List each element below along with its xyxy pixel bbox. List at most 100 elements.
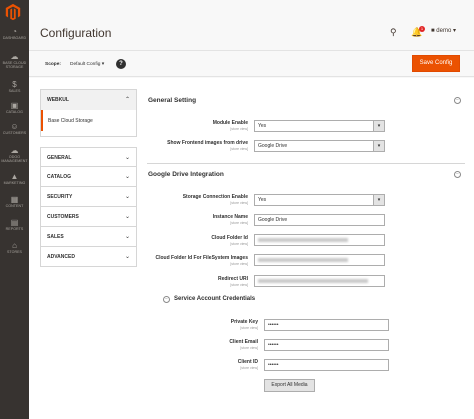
tab-group-label: CATALOG	[47, 174, 71, 180]
tab-item-label: Base Cloud Storage	[48, 118, 93, 124]
collapse-icon[interactable]: −	[163, 296, 170, 303]
field-label: Client ID	[237, 359, 258, 365]
field-scope: [store view]	[230, 262, 248, 266]
instance-name-input[interactable]: Google Drive	[254, 214, 385, 226]
page-title: Configuration	[40, 26, 112, 40]
megaphone-icon: ▲	[10, 172, 19, 181]
chevron-down-icon: ⌄	[124, 234, 130, 240]
search-icon[interactable]: ⚲	[390, 27, 397, 38]
field-label: Private Key	[230, 319, 258, 325]
nav-label: Customers	[2, 131, 27, 135]
show-frontend-select[interactable]: Google Drive ▾	[254, 140, 385, 152]
layout-icon: ▦	[10, 195, 19, 204]
user-icon: ■	[431, 28, 435, 34]
tab-group-label: ADVANCED	[47, 254, 75, 260]
person-icon: ☺	[10, 122, 19, 131]
tab-item-base-cloud-storage[interactable]: Base Cloud Storage	[40, 110, 137, 131]
field-scope: [store view]	[230, 283, 248, 287]
tab-group-advanced[interactable]: ADVANCED ⌄	[40, 247, 137, 267]
field-label: Client Email	[229, 339, 258, 345]
client-email-input[interactable]: ••••••	[264, 339, 389, 351]
tab-group-webkul[interactable]: WEBKUL ⌃	[40, 89, 137, 110]
save-config-button[interactable]: Save Config	[412, 55, 460, 72]
tab-group-general[interactable]: GENERAL ⌄	[40, 147, 137, 167]
redacted-value	[258, 279, 368, 283]
field-scope: [store view]	[230, 127, 248, 131]
nav-label: Stores	[6, 250, 22, 254]
tab-group-label: GENERAL	[47, 155, 72, 161]
select-value: Yes	[258, 197, 267, 203]
help-icon[interactable]: ?	[116, 59, 126, 69]
section-divider	[147, 163, 465, 164]
chevron-down-icon: ▾	[101, 62, 105, 67]
select-value: Google Drive	[258, 143, 288, 149]
scope-switcher[interactable]: Default Config ▾	[70, 62, 104, 67]
nav-label: Dashboard	[2, 36, 27, 40]
nav-label: Reports	[5, 227, 24, 231]
tab-group-security[interactable]: SECURITY ⌄	[40, 187, 137, 207]
field-scope: [store view]	[240, 366, 258, 370]
active-indicator	[41, 110, 43, 131]
tab-group-customers[interactable]: CUSTOMERS ⌄	[40, 207, 137, 227]
section-title-general-setting[interactable]: General Setting	[148, 97, 196, 104]
nav-item-odoo-management[interactable]: ☁ Odoo Management	[0, 146, 29, 172]
bar-chart-icon: ▤	[10, 218, 19, 227]
select-value: Yes	[258, 123, 267, 129]
tab-group-label: SALES	[47, 234, 64, 240]
collapse-icon[interactable]: −	[454, 97, 461, 104]
tab-group-catalog[interactable]: CATALOG ⌄	[40, 167, 137, 187]
chevron-down-icon: ▾	[373, 141, 384, 151]
cube-icon: ▣	[10, 101, 19, 110]
field-label: Redirect URI	[217, 276, 248, 282]
nav-item-customers[interactable]: ☺ Customers	[0, 122, 29, 148]
scope-label: Scope:	[45, 62, 61, 67]
tab-gap	[40, 137, 137, 147]
subsection-title-service-account[interactable]: Service Account Credentials	[174, 296, 255, 302]
tab-group-sales[interactable]: SALES ⌄	[40, 227, 137, 247]
chevron-up-icon: ⌃	[124, 97, 130, 103]
chevron-down-icon: ▾	[452, 28, 456, 34]
field-label: Storage Connection Enable	[182, 194, 248, 200]
chevron-down-icon: ⌄	[124, 214, 130, 220]
cloud-folder-id-input[interactable]	[254, 234, 385, 246]
chevron-down-icon: ▾	[373, 195, 384, 205]
magento-logo-icon[interactable]	[4, 3, 22, 21]
field-scope: [store view]	[240, 326, 258, 330]
user-menu[interactable]: ■ demo ▾	[431, 27, 456, 34]
redacted-value	[258, 238, 348, 242]
field-label: Cloud Folder Id For FileSystem Images	[155, 255, 248, 261]
nav-label: Marketing	[3, 181, 26, 185]
section-title-google-drive[interactable]: Google Drive Integration	[148, 171, 224, 178]
client-id-input[interactable]: ••••••	[264, 359, 389, 371]
chevron-down-icon: ⌄	[124, 194, 130, 200]
store-icon: ⌂	[12, 241, 17, 250]
filesystem-folder-id-input[interactable]	[254, 254, 385, 266]
nav-label: Content	[5, 204, 24, 208]
export-all-media-button[interactable]: Export All Media	[264, 379, 315, 392]
tab-group-label: SECURITY	[47, 194, 73, 200]
notification-badge: 1	[419, 26, 425, 32]
collapse-icon[interactable]: −	[454, 171, 461, 178]
scope-bar: Scope: Default Config ▾ ?	[29, 50, 474, 77]
nav-item-stores[interactable]: ⌂ Stores	[0, 241, 29, 267]
config-tabs: WEBKUL ⌃ Base Cloud Storage GENERAL ⌄ CA…	[40, 89, 137, 267]
redirect-uri-input[interactable]	[254, 275, 385, 287]
dollar-icon: $	[12, 80, 17, 89]
field-scope: [store view]	[230, 242, 248, 246]
field-scope: [store view]	[230, 201, 248, 205]
nav-item-base-cloud-storage[interactable]: ☁ Base Cloud Storage	[0, 52, 29, 78]
user-name: demo	[436, 28, 452, 34]
private-key-input[interactable]: ••••••	[264, 319, 389, 331]
chevron-down-icon: ⌄	[124, 155, 130, 161]
module-enable-select[interactable]: Yes ▾	[254, 120, 385, 132]
storage-connection-select[interactable]: Yes ▾	[254, 194, 385, 206]
chevron-down-icon: ▾	[373, 121, 384, 131]
nav-label: Sales	[8, 89, 21, 93]
tab-group-label: WEBKUL	[47, 97, 69, 103]
tab-group-label: CUSTOMERS	[47, 214, 79, 220]
gauge-icon: ◔	[12, 27, 17, 36]
field-label: Cloud Folder Id	[211, 235, 248, 241]
cloud-icon: ☁	[10, 146, 19, 155]
nav-item-dashboard[interactable]: ◔ Dashboard	[0, 27, 29, 53]
field-scope: [store view]	[240, 346, 258, 350]
